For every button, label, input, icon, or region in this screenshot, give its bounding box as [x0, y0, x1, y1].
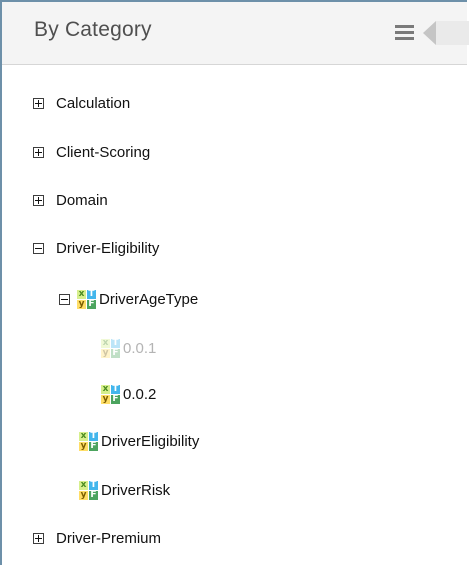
tree-item-domain[interactable]: Domain [33, 189, 108, 211]
tree-item-label: DriverRisk [101, 481, 171, 499]
tree-item-label: Calculation [56, 94, 131, 112]
decision-table-icon: xTyF [101, 337, 120, 358]
panel-title: By Category [34, 18, 152, 41]
tree-item-driver-age-type[interactable]: xTyF DriverAgeType [59, 288, 198, 310]
expand-icon[interactable] [33, 194, 44, 206]
tree-item-label: 0.0.2 [123, 385, 157, 403]
tree-item-label: Driver-Eligibility [56, 239, 160, 257]
expand-icon[interactable] [33, 97, 44, 109]
decision-table-icon: xTyF [79, 430, 98, 451]
panel-header: By Category [2, 2, 469, 65]
tree-item-driver-risk[interactable]: xTyF DriverRisk [79, 479, 170, 501]
tree-item-label: DriverAgeType [99, 290, 199, 308]
tree-item-calculation[interactable]: Calculation [33, 92, 130, 114]
hamburger-menu-icon[interactable] [395, 25, 414, 40]
tree-item-label: Domain [56, 191, 108, 209]
tree-item-driver-eligibility-rule[interactable]: xTyF DriverEligibility [79, 430, 199, 452]
tree-item-label: 0.0.1 [123, 339, 157, 357]
tree-item-label: Client-Scoring [56, 143, 151, 161]
tree-item-client-scoring[interactable]: Client-Scoring [33, 141, 150, 163]
decision-table-icon: xTyF [79, 479, 98, 500]
category-navigation-panel: By Category Calculation Client-Scoring D… [0, 0, 469, 565]
tree-item-label: DriverEligibility [101, 432, 200, 450]
collapse-icon[interactable] [59, 293, 70, 305]
tree-item-version-0-0-1[interactable]: xTyF 0.0.1 [101, 337, 156, 359]
collapse-panel-left-icon[interactable] [423, 21, 436, 45]
decision-table-icon: xTyF [77, 288, 96, 309]
tree-item-driver-eligibility[interactable]: Driver-Eligibility [33, 237, 159, 259]
expand-icon[interactable] [33, 146, 44, 158]
decision-table-icon: xTyF [101, 383, 120, 404]
collapse-panel-tab[interactable] [436, 21, 469, 45]
tree-item-label: Driver-Premium [56, 529, 161, 547]
expand-icon[interactable] [33, 532, 44, 544]
tree-item-driver-premium[interactable]: Driver-Premium [33, 527, 161, 549]
collapse-icon[interactable] [33, 242, 44, 254]
tree-item-version-0-0-2[interactable]: xTyF 0.0.2 [101, 383, 156, 405]
